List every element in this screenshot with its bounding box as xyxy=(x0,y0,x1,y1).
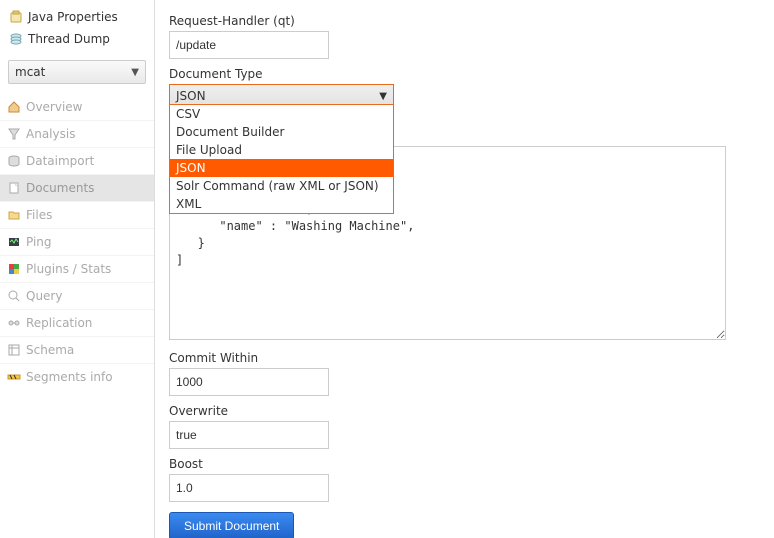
nav-label: Files xyxy=(26,208,52,222)
nav-label: Replication xyxy=(26,316,92,330)
main-panel: Request-Handler (qt) Document Type JSON … xyxy=(155,0,774,538)
option-solr-command[interactable]: Solr Command (raw XML or JSON) xyxy=(170,177,393,195)
stack-icon xyxy=(8,31,24,47)
link-label: Java Properties xyxy=(28,10,118,24)
label-document-type: Document Type xyxy=(169,67,760,81)
sidebar-nav: Overview Analysis Dataimport Documents F… xyxy=(0,94,154,390)
submit-document-button[interactable]: Submit Document xyxy=(169,512,294,538)
nav-label: Query xyxy=(26,289,62,303)
option-document-builder[interactable]: Document Builder xyxy=(170,123,393,141)
nav-dataimport[interactable]: Dataimport xyxy=(0,147,154,174)
nav-plugins[interactable]: Plugins / Stats xyxy=(0,255,154,282)
nav-overview[interactable]: Overview xyxy=(0,94,154,120)
sidebar-top-links: Java Properties Thread Dump xyxy=(0,6,154,60)
jar-icon xyxy=(8,9,24,25)
nav-label: Documents xyxy=(26,181,94,195)
nav-analysis[interactable]: Analysis xyxy=(0,120,154,147)
input-commit-within[interactable] xyxy=(169,368,329,396)
doc-icon xyxy=(6,180,22,196)
option-csv[interactable]: CSV xyxy=(170,105,393,123)
nav-schema[interactable]: Schema xyxy=(0,336,154,363)
chevron-down-icon: ▼ xyxy=(379,91,387,102)
nav-segments[interactable]: Segments info xyxy=(0,363,154,390)
db-in-icon xyxy=(6,153,22,169)
select-document-type-value: JSON xyxy=(176,89,206,103)
option-xml[interactable]: XML xyxy=(170,195,393,213)
schema-icon xyxy=(6,342,22,358)
input-request-handler[interactable] xyxy=(169,31,329,59)
label-commit-within: Commit Within xyxy=(169,351,760,365)
dropdown-document-type: CSV Document Builder File Upload JSON So… xyxy=(169,104,394,214)
ping-icon xyxy=(6,234,22,250)
sidebar: Java Properties Thread Dump mcat ▼ Overv… xyxy=(0,0,155,538)
nav-documents[interactable]: Documents xyxy=(0,174,154,201)
option-file-upload[interactable]: File Upload xyxy=(170,141,393,159)
folder-icon xyxy=(6,207,22,223)
input-overwrite[interactable] xyxy=(169,421,329,449)
nav-label: Analysis xyxy=(26,127,75,141)
nav-label: Segments info xyxy=(26,370,113,384)
link-thread-dump[interactable]: Thread Dump xyxy=(8,28,146,50)
magnifier-icon xyxy=(6,288,22,304)
nav-label: Schema xyxy=(26,343,74,357)
nav-label: Ping xyxy=(26,235,52,249)
nav-label: Overview xyxy=(26,100,83,114)
nav-label: Plugins / Stats xyxy=(26,262,111,276)
link-java-properties[interactable]: Java Properties xyxy=(8,6,146,28)
nav-replication[interactable]: Replication xyxy=(0,309,154,336)
puzzle-icon xyxy=(6,261,22,277)
replication-icon xyxy=(6,315,22,331)
label-request-handler: Request-Handler (qt) xyxy=(169,14,760,28)
chevron-down-icon: ▼ xyxy=(131,67,139,78)
nav-label: Dataimport xyxy=(26,154,94,168)
nav-files[interactable]: Files xyxy=(0,201,154,228)
option-json[interactable]: JSON xyxy=(170,159,393,177)
nav-query[interactable]: Query xyxy=(0,282,154,309)
link-label: Thread Dump xyxy=(28,32,110,46)
label-overwrite: Overwrite xyxy=(169,404,760,418)
label-boost: Boost xyxy=(169,457,760,471)
house-icon xyxy=(6,99,22,115)
funnel-icon xyxy=(6,126,22,142)
input-boost[interactable] xyxy=(169,474,329,502)
nav-ping[interactable]: Ping xyxy=(0,228,154,255)
core-selector[interactable]: mcat ▼ xyxy=(8,60,146,84)
barrier-icon xyxy=(6,369,22,385)
core-selector-value: mcat xyxy=(15,65,45,79)
